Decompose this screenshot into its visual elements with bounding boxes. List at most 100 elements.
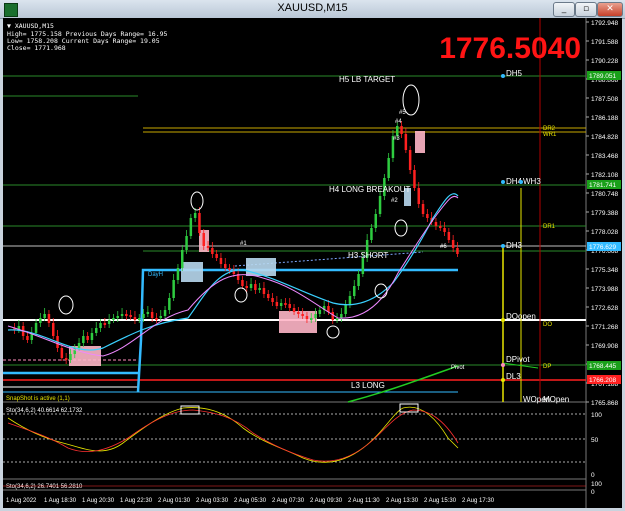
candle xyxy=(34,323,38,333)
chart-area[interactable]: 1776.5040 ▼ XAUUSD,M15 High= 1775.158 Pr… xyxy=(3,18,622,508)
candle xyxy=(305,316,309,319)
candle xyxy=(133,317,137,320)
candle xyxy=(52,323,55,336)
candle xyxy=(331,312,334,320)
marker-1: #1 xyxy=(240,241,247,247)
price-tick: 1769.908 xyxy=(591,343,618,350)
label-wh3: WH3 xyxy=(523,177,541,186)
candle xyxy=(279,303,283,306)
marked-price-5: 1766.208 xyxy=(589,377,616,384)
candle xyxy=(39,318,42,323)
candle xyxy=(146,312,150,314)
candle xyxy=(103,323,107,325)
label-do: DO xyxy=(543,322,552,328)
candle xyxy=(64,358,68,360)
osc-tick-0: 0 xyxy=(591,472,595,479)
marker-3: #3 xyxy=(393,136,400,142)
osc2-tick-0: 0 xyxy=(591,489,595,496)
candle xyxy=(370,228,373,240)
candle xyxy=(447,232,451,240)
label-wr1: WR1 xyxy=(543,132,557,138)
candle xyxy=(73,348,76,354)
candle xyxy=(374,214,377,228)
candle xyxy=(176,268,180,280)
price-tick: 1787.508 xyxy=(591,96,618,103)
time-tick: 1 Aug 2022 xyxy=(6,498,37,504)
maximize-button[interactable]: ▫ xyxy=(575,2,597,17)
price-tick: 1771.268 xyxy=(591,324,618,331)
candle xyxy=(26,336,29,340)
price-tick: 1791.588 xyxy=(591,39,618,46)
close-button[interactable]: ✕ xyxy=(597,2,623,17)
price-tick: 1778.028 xyxy=(591,229,618,236)
candle xyxy=(340,314,343,318)
label-dpivot: DPivot xyxy=(506,355,530,364)
price-tick: 1783.468 xyxy=(591,153,618,160)
minimize-button[interactable]: _ xyxy=(553,2,575,17)
candle xyxy=(245,286,248,288)
price-tick: 1773.988 xyxy=(591,286,618,293)
osc-tick-50: 50 xyxy=(591,437,599,444)
label-h4: H4 LONG BREAKOUT xyxy=(329,185,410,194)
price-tick: 1786.188 xyxy=(591,115,618,122)
marked-price-3: 1776.629 xyxy=(589,244,616,251)
chart-canvas[interactable]: 1776.5040 ▼ XAUUSD,M15 High= 1775.158 Pr… xyxy=(3,18,622,508)
marker-6: #6 xyxy=(440,244,447,250)
time-tick: 1 Aug 20:30 xyxy=(82,498,115,504)
candle xyxy=(353,286,356,296)
candle xyxy=(82,336,85,343)
candle xyxy=(172,280,175,298)
candle xyxy=(434,222,438,226)
level-dots xyxy=(501,74,523,382)
candle xyxy=(224,264,227,268)
candle xyxy=(413,170,416,188)
candle xyxy=(43,314,46,318)
candle xyxy=(125,314,128,316)
marked-price-2: 1781.741 xyxy=(589,182,616,189)
candle xyxy=(142,314,145,318)
candle xyxy=(271,298,274,302)
candle xyxy=(288,304,291,308)
candle xyxy=(443,228,446,232)
candle xyxy=(275,302,279,306)
candle xyxy=(262,288,266,294)
stochastic-1-label: Sto(34,6,2) 40.6614 62.1732 xyxy=(6,408,83,414)
stochastic-panel-1: Sto(34,6,2) 40.6614 62.1732 xyxy=(3,403,586,463)
candle xyxy=(254,284,257,290)
candle xyxy=(168,298,171,310)
candle xyxy=(193,213,197,218)
window-title: XAUUSD,M15 xyxy=(277,2,348,14)
time-tick: 2 Aug 03:30 xyxy=(196,498,229,504)
candle xyxy=(297,312,300,314)
label-dopen: DOopen xyxy=(506,312,536,321)
candle xyxy=(404,134,408,150)
candle xyxy=(400,126,403,134)
candle xyxy=(129,315,132,317)
time-tick: 1 Aug 22:30 xyxy=(120,498,153,504)
candle xyxy=(301,314,304,316)
time-tick: 1 Aug 18:30 xyxy=(44,498,77,504)
candle xyxy=(348,296,352,304)
candle xyxy=(318,310,322,314)
candle xyxy=(292,308,296,312)
candle xyxy=(387,158,390,178)
time-tick: 2 Aug 09:30 xyxy=(310,498,343,504)
candle xyxy=(267,294,270,298)
label-pivot: Pivot xyxy=(451,365,465,371)
candle xyxy=(258,288,261,290)
time-tick: 2 Aug 07:30 xyxy=(272,498,305,504)
candle xyxy=(426,214,429,218)
marked-price-4: 1768.445 xyxy=(589,363,616,370)
candle xyxy=(284,303,287,305)
osc-tick-100: 100 xyxy=(591,412,602,419)
candle xyxy=(211,248,214,254)
marker-2: #2 xyxy=(391,198,398,204)
candle xyxy=(228,268,231,270)
candle xyxy=(138,318,141,320)
time-tick: 2 Aug 01:30 xyxy=(158,498,191,504)
osc2-tick-100: 100 xyxy=(591,481,602,488)
stochastic-panel-2: Sto(34,6,2) 26.7401 56.2810 xyxy=(3,484,586,490)
candle xyxy=(189,218,193,236)
candle xyxy=(95,328,98,333)
candle xyxy=(344,304,347,314)
